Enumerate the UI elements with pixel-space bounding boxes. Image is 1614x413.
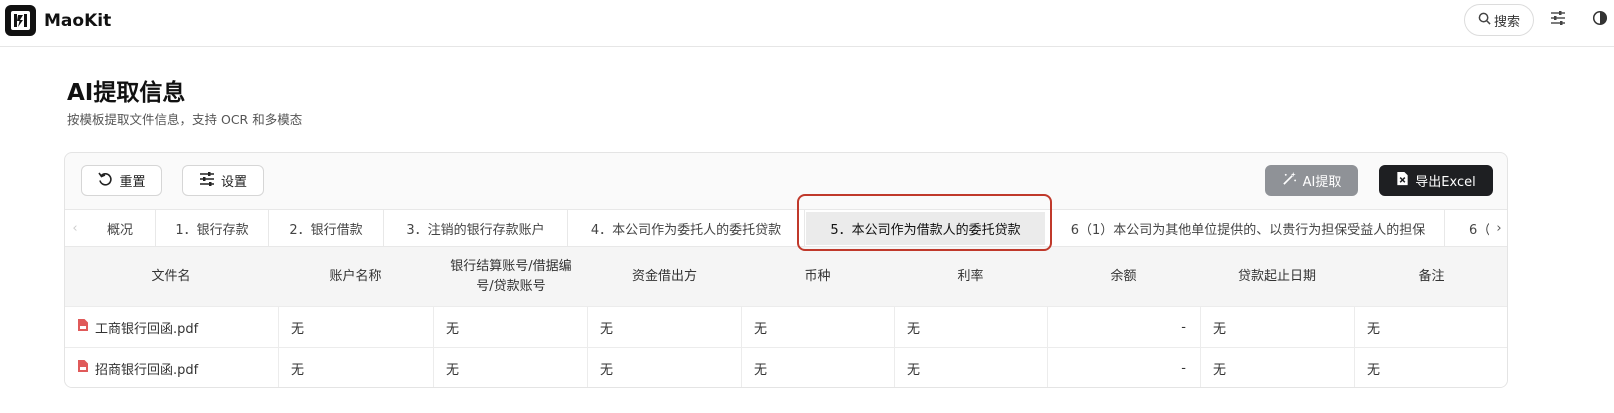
column-header: 贷款起止日期 <box>1237 268 1316 284</box>
table-cell: 无 <box>433 348 587 387</box>
preferences-button[interactable] <box>1546 8 1570 32</box>
table-cell: 无 <box>741 348 894 387</box>
settings-button[interactable]: 设置 <box>182 165 264 196</box>
tab-next-truncated[interactable]: 6（ <box>1463 210 1489 247</box>
excel-file-icon <box>1396 171 1409 190</box>
magic-wand-icon <box>1282 171 1297 190</box>
theme-toggle-button[interactable] <box>1588 8 1612 32</box>
active-tab-highlight <box>797 194 1052 251</box>
file-cell[interactable]: 招商银行回函.pdf <box>65 348 278 387</box>
table-cell: - <box>1047 307 1200 347</box>
export-label: 导出Excel <box>1415 175 1476 190</box>
tab-closed-accounts[interactable]: 3．注销的银行存款账户 <box>384 210 568 247</box>
table-cell: 无 <box>894 307 1047 347</box>
reset-label: 重置 <box>119 175 146 190</box>
table-cell: 无 <box>587 307 741 347</box>
table-cell: 无 <box>433 307 587 347</box>
ai-extract-label: AI提取 <box>1302 175 1342 190</box>
sliders-icon <box>1550 10 1566 30</box>
column-header: 文件名 <box>151 268 191 284</box>
column-header: 币种 <box>804 268 831 284</box>
brand-name[interactable]: MaoKit <box>44 10 111 32</box>
tab-entrusted-loan-as-principal[interactable]: 4．本公司作为委托人的委托贷款 <box>568 210 805 247</box>
table-row: 招商银行回函.pdf 无 无 无 无 无 - 无 无 <box>65 347 1507 387</box>
table-cell: 无 <box>1354 307 1507 347</box>
tab-bank-loan[interactable]: 2．银行借款 <box>269 210 384 247</box>
table-header: 文件名 账户名称 银行结算账号/借据编号/贷款账号 资金借出方 币种 利率 余额… <box>65 247 1507 306</box>
undo-icon <box>97 171 113 191</box>
table-cell: 无 <box>741 307 894 347</box>
reset-button[interactable]: 重置 <box>81 165 162 196</box>
maokit-logo-icon[interactable] <box>5 5 36 36</box>
table-cell: 无 <box>1200 307 1354 347</box>
search-icon <box>1478 12 1491 29</box>
extraction-card: 重置 设置 AI提取 导出Excel ‹ 概况 1．银行存款 2．银行借款 3．… <box>64 152 1508 388</box>
search-button[interactable]: 搜索 <box>1464 4 1534 36</box>
table-row: 工商银行回函.pdf 无 无 无 无 无 - 无 无 <box>65 306 1507 347</box>
column-header: 备注 <box>1418 268 1445 284</box>
tabs-scroll-right-icon[interactable]: › <box>1489 210 1507 247</box>
column-header: 账户名称 <box>329 268 382 284</box>
tab-guarantee-for-others[interactable]: 6（1）本公司为其他单位提供的、以贵行为担保受益人的担保 <box>1052 210 1445 247</box>
file-name: 工商银行回函.pdf <box>95 321 199 337</box>
sliders-icon <box>199 171 215 191</box>
table-cell: 无 <box>1354 348 1507 387</box>
contrast-icon <box>1592 10 1608 30</box>
file-name: 招商银行回函.pdf <box>95 362 199 378</box>
table-cell: 无 <box>1200 348 1354 387</box>
column-header: 利率 <box>957 268 984 284</box>
search-label: 搜索 <box>1493 14 1520 30</box>
table-cell: - <box>1047 348 1200 387</box>
column-header: 余额 <box>1110 268 1137 284</box>
table-cell: 无 <box>278 348 433 387</box>
settings-label: 设置 <box>220 175 247 190</box>
column-header: 资金借出方 <box>631 268 697 284</box>
pdf-file-icon <box>77 359 89 377</box>
table-cell: 无 <box>587 348 741 387</box>
export-excel-button[interactable]: 导出Excel <box>1379 165 1493 196</box>
table-cell: 无 <box>894 348 1047 387</box>
template-tabs: ‹ 概况 1．银行存款 2．银行借款 3．注销的银行存款账户 4．本公司作为委托… <box>65 209 1507 247</box>
ai-extract-button[interactable]: AI提取 <box>1265 165 1358 196</box>
table-cell: 无 <box>278 307 433 347</box>
tabs-scroll-left-icon[interactable]: ‹ <box>65 210 85 247</box>
column-header: 银行结算账号/借据编号/贷款账号 <box>450 258 572 294</box>
file-cell[interactable]: 工商银行回函.pdf <box>65 307 278 347</box>
pdf-file-icon <box>77 318 89 336</box>
tab-bank-deposit[interactable]: 1．银行存款 <box>156 210 269 247</box>
page-subtitle: 按模板提取文件信息，支持 OCR 和多模态 <box>67 112 303 127</box>
tab-overview[interactable]: 概况 <box>85 210 156 247</box>
page-title: AI提取信息 <box>67 80 186 106</box>
top-bar: MaoKit 搜索 <box>0 0 1614 47</box>
